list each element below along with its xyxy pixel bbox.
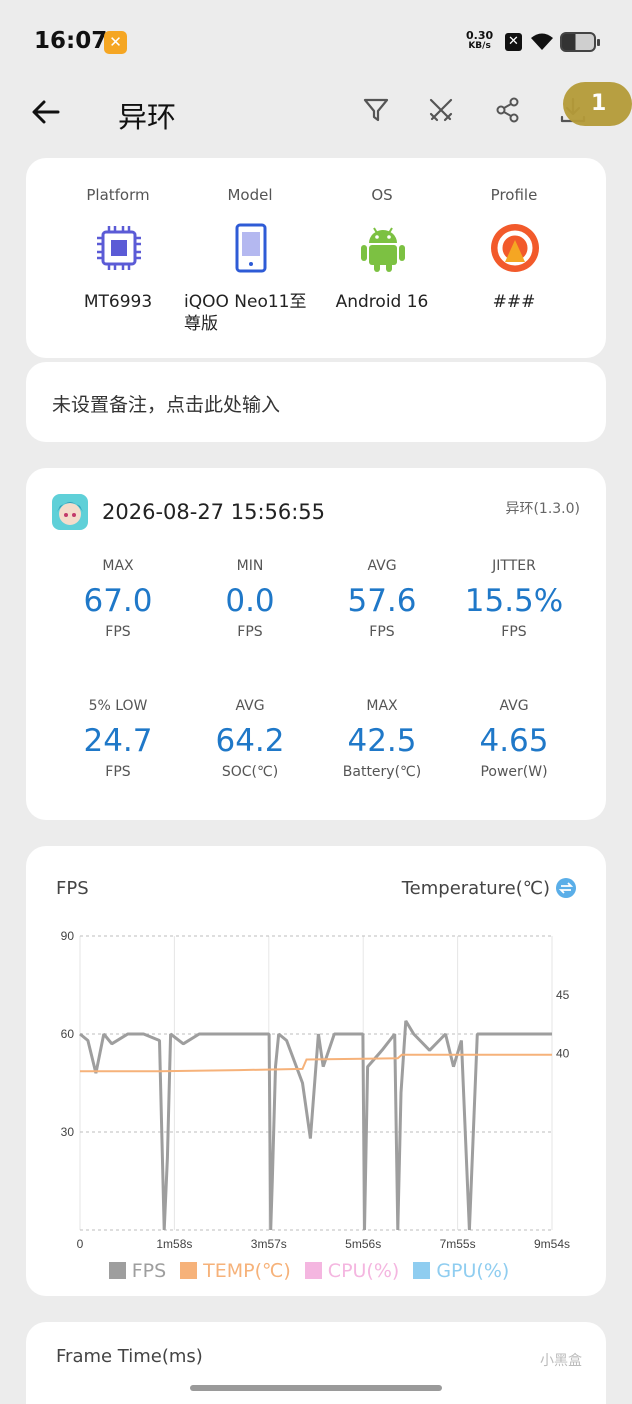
stat-label: MAX [102, 558, 134, 574]
swords-icon[interactable] [426, 95, 456, 125]
status-time: 16:07 [34, 28, 108, 54]
platform-label: Platform [86, 186, 150, 204]
stat-value: 15.5% [464, 583, 564, 619]
gesture-bar[interactable] [190, 1385, 442, 1391]
y-right-tick-label: 45 [556, 988, 570, 1002]
stat-label: 5% LOW [88, 698, 148, 714]
x-tick-label: 7m55s [440, 1237, 476, 1251]
stat-value: 57.6 [347, 583, 417, 619]
frame-time-card: Frame Time(ms) [26, 1322, 606, 1404]
profile-icon [491, 224, 539, 272]
stat-value: 42.5 [347, 723, 417, 759]
legend-swatch [413, 1262, 431, 1279]
legend-item[interactable]: CPU(%) [304, 1260, 400, 1282]
stat-unit: FPS [369, 624, 395, 640]
note-placeholder[interactable]: 未设置备注，点击此处输入 [52, 390, 280, 417]
stat-value: 0.0 [225, 583, 275, 619]
stat-label: AVG [499, 698, 529, 714]
x-tick-label: 0 [77, 1237, 84, 1251]
fps-series-line [79, 1020, 552, 1231]
stat-item: AVG 64.2 SOC(℃) [184, 698, 316, 780]
chip-icon [97, 226, 141, 270]
stat-item: MAX 42.5 Battery(℃) [316, 698, 448, 780]
app-version: 异环(1.3.0) [505, 501, 580, 517]
profile-value: ### [492, 292, 536, 312]
legend-label: TEMP(℃) [203, 1260, 291, 1282]
stat-value: 64.2 [215, 723, 285, 759]
fps-chart: 0 1m58s 3m57s 5m56s 7m55s 9m54s 90 60 30 45 40 [61, 929, 570, 1251]
x-tick-label: 3m57s [251, 1237, 287, 1251]
android-icon [361, 227, 405, 272]
stat-item: 5% LOW 24.7 FPS [52, 698, 184, 780]
stat-item: JITTER 15.5% FPS [448, 558, 580, 640]
stat-unit: FPS [237, 624, 263, 640]
legend-swatch [304, 1262, 322, 1279]
stat-label: AVG [235, 698, 265, 714]
y-tick-label: 30 [61, 1125, 75, 1139]
status-bar: 16:07 ✕ 0.30 KB/s ✕ [0, 0, 632, 80]
device-info-card: Platform MT6993 Model iQOO Neo11至尊版 OS A [26, 158, 606, 358]
stat-label: AVG [367, 558, 397, 574]
x-tick-label: 1m58s [156, 1237, 192, 1251]
legend-label: CPU(%) [327, 1260, 400, 1282]
model-value: iQOO Neo11至尊版 [184, 292, 307, 334]
profile-label: Profile [490, 186, 538, 204]
stat-item: AVG 4.65 Power(W) [448, 698, 580, 780]
frame-time-title: Frame Time(ms) [56, 1346, 203, 1367]
stat-unit: FPS [105, 624, 131, 640]
stat-item: AVG 57.6 FPS [316, 558, 448, 640]
page-title: 异环 [118, 100, 177, 134]
model-label: Model [227, 186, 273, 204]
platform-value: MT6993 [83, 292, 153, 312]
notification-app-icon: ✕ [104, 31, 127, 54]
fps-chart-card: FPS Temperature(℃) 0 1m58s 3m57s 5m56s 7m55s… [26, 846, 606, 1296]
stat-unit: FPS [105, 764, 131, 780]
stat-item: MAX 67.0 FPS [52, 558, 184, 640]
stat-value: 4.65 [479, 723, 549, 759]
x-tick-label: 5m56s [345, 1237, 381, 1251]
legend-item[interactable]: FPS [108, 1260, 167, 1282]
phone-icon [235, 223, 267, 273]
stat-label: MIN [236, 558, 264, 574]
no-sim-icon: ✕ [505, 33, 522, 51]
os-value: Android 16 [335, 292, 429, 312]
note-card[interactable]: 未设置备注，点击此处输入 [26, 362, 606, 442]
game-avatar [52, 494, 88, 530]
back-arrow-icon[interactable] [28, 94, 64, 130]
y-tick-label: 90 [61, 929, 75, 943]
stat-label: MAX [366, 698, 398, 714]
legend-swatch [108, 1262, 126, 1279]
stat-unit: Battery(℃) [342, 764, 422, 780]
legend-label: FPS [131, 1260, 167, 1282]
x-tick-label: 9m54s [534, 1237, 570, 1251]
filter-icon[interactable] [361, 95, 391, 125]
share-icon[interactable] [493, 95, 523, 125]
wifi-icon [531, 33, 553, 50]
download-count-badge[interactable]: 1 [563, 82, 632, 126]
legend-item[interactable]: GPU(%) [413, 1260, 509, 1282]
app-header: 异环 [0, 80, 632, 150]
watermark: 小黑盒 [540, 1353, 582, 1369]
session-datetime: 2026-08-27 15:56:55 [102, 500, 326, 524]
stat-value: 24.7 [83, 723, 153, 759]
battery-icon [560, 32, 600, 52]
network-speed: 0.30 KB/s [466, 29, 494, 51]
stat-unit: FPS [501, 624, 527, 640]
legend-item[interactable]: TEMP(℃) [180, 1260, 291, 1282]
stat-label: JITTER [492, 558, 536, 574]
legend-swatch [180, 1262, 198, 1279]
stat-unit: SOC(℃) [221, 764, 279, 780]
stats-card: 2026-08-27 15:56:55 异环(1.3.0) MAX 67.0 FPS… [26, 468, 606, 820]
y-tick-label: 60 [61, 1027, 75, 1041]
y-right-tick-label: 40 [556, 1047, 570, 1061]
os-label: OS [371, 186, 393, 204]
stat-unit: Power(W) [480, 764, 548, 780]
stat-value: 67.0 [83, 583, 153, 619]
legend-label: GPU(%) [436, 1260, 510, 1282]
stat-item: MIN 0.0 FPS [184, 558, 316, 640]
chart-legend: FPS TEMP(℃) CPU(%) GPU(%) [26, 1260, 606, 1282]
